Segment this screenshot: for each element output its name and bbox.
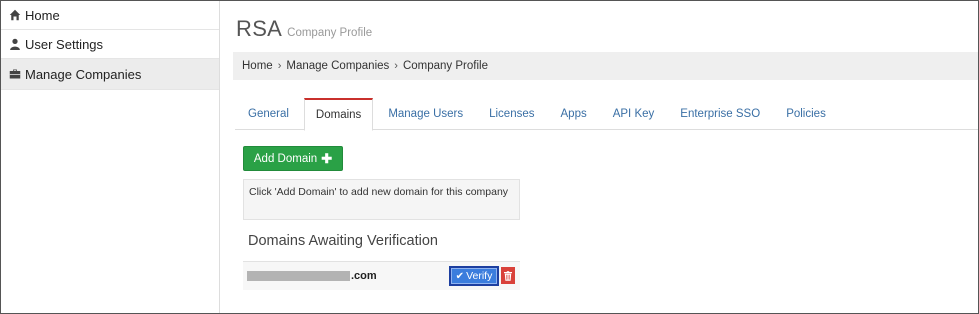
main-content: RSA Company Profile Home › Manage Compan… — [220, 1, 978, 313]
breadcrumb-manage-companies[interactable]: Manage Companies — [286, 60, 389, 72]
check-icon: ✔ — [455, 270, 465, 282]
user-icon — [8, 38, 21, 51]
trash-icon — [504, 270, 512, 281]
sidebar-item-home[interactable]: Home — [1, 1, 219, 30]
sidebar-item-label: User Settings — [25, 36, 104, 52]
breadcrumb-current: Company Profile — [402, 60, 488, 72]
domain-suffix: .com — [351, 270, 377, 282]
tab-general[interactable]: General — [235, 98, 302, 130]
tab-bar: General Domains Manage Users Licenses Ap… — [235, 98, 978, 131]
plus-icon: ✚ — [321, 150, 333, 166]
add-domain-button[interactable]: Add Domain ✚ — [243, 146, 343, 171]
page-header: RSA Company Profile — [236, 16, 372, 42]
sidebar: Home User Settings Manage Companies — [1, 1, 220, 313]
tab-licenses[interactable]: Licenses — [476, 98, 547, 130]
pending-domain-row: .com ✔ Verify — [243, 262, 520, 290]
home-icon — [8, 9, 21, 22]
page-subtitle: Company Profile — [287, 27, 373, 39]
awaiting-verification-title: Domains Awaiting Verification — [243, 220, 520, 262]
tab-policies[interactable]: Policies — [773, 98, 839, 130]
breadcrumb-separator: › — [277, 60, 282, 72]
sidebar-item-label: Manage Companies — [25, 66, 142, 82]
breadcrumb: Home › Manage Companies › Company Profil… — [233, 52, 978, 80]
verify-label: Verify — [466, 270, 493, 282]
tab-domains[interactable]: Domains — [303, 98, 374, 131]
briefcase-icon — [8, 68, 21, 81]
sidebar-item-user-settings[interactable]: User Settings — [1, 30, 219, 59]
tab-manage-users[interactable]: Manage Users — [375, 98, 476, 130]
breadcrumb-home[interactable]: Home — [242, 60, 273, 72]
delete-domain-button[interactable] — [501, 267, 515, 284]
verify-button[interactable]: ✔ Verify — [449, 266, 499, 286]
sidebar-item-label: Home — [25, 7, 60, 23]
tab-apps[interactable]: Apps — [548, 98, 600, 130]
tab-api-key[interactable]: API Key — [600, 98, 668, 130]
redacted-domain-name — [247, 271, 350, 281]
domains-panel: Click 'Add Domain' to add new domain for… — [243, 179, 520, 291]
page-title: RSA — [236, 16, 283, 41]
add-domain-hint: Click 'Add Domain' to add new domain for… — [243, 179, 520, 220]
breadcrumb-separator: › — [394, 60, 398, 72]
sidebar-item-manage-companies[interactable]: Manage Companies — [1, 59, 219, 90]
tab-enterprise-sso[interactable]: Enterprise SSO — [667, 98, 773, 130]
add-domain-label: Add Domain — [253, 152, 318, 165]
